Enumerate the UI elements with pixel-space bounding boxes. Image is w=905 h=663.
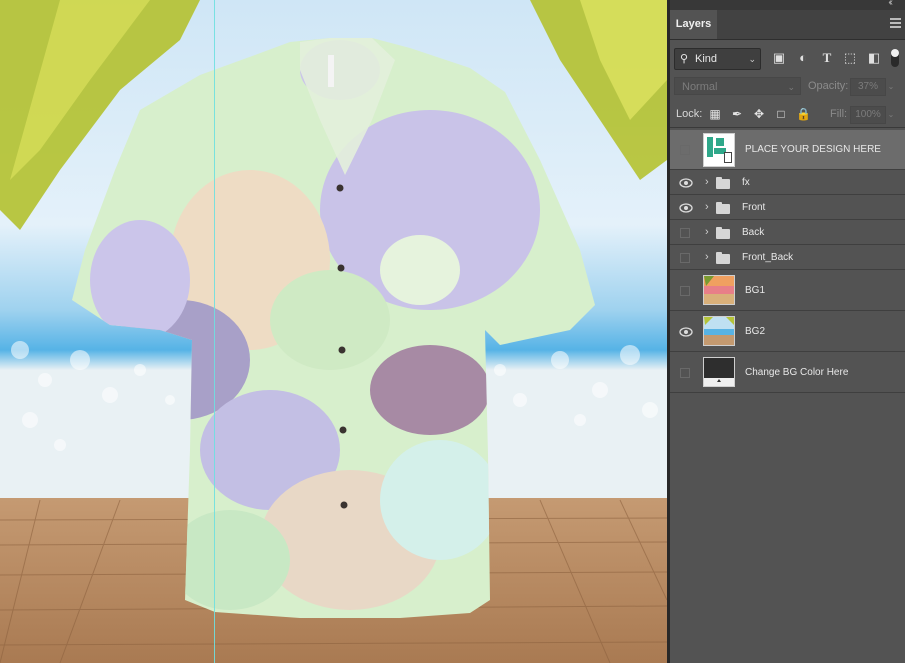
fill-label: Fill: xyxy=(830,108,848,120)
layer-row-front-back[interactable]: › Front_Back xyxy=(670,245,905,270)
lock-label: Lock: xyxy=(676,108,703,120)
chevron-right-icon[interactable]: › xyxy=(705,176,709,188)
lock-artboard-icon[interactable]: □ xyxy=(774,106,788,122)
blend-mode-value: Normal xyxy=(682,81,718,93)
mockup-artwork xyxy=(0,0,667,663)
tab-layers[interactable]: Layers xyxy=(670,10,717,39)
chevron-down-icon: ⌄ xyxy=(787,82,795,92)
kind-filter-select[interactable]: ⚲ Kind ⌄ xyxy=(674,48,761,70)
blend-row: Normal ⌄ Opacity: 37% ⌄ xyxy=(670,76,905,98)
folder-icon xyxy=(716,202,730,214)
layer-row-back[interactable]: › Back xyxy=(670,220,905,245)
chevron-right-icon[interactable]: › xyxy=(705,201,709,213)
fill-value: 100% xyxy=(855,109,881,120)
layer-row-change-bg[interactable]: Change BG Color Here xyxy=(670,352,905,393)
adjustment-filter-icon[interactable]: ◐ xyxy=(795,49,811,67)
visibility-toggle[interactable] xyxy=(680,228,690,238)
chevron-down-icon[interactable]: ⌄ xyxy=(885,107,897,123)
opacity-label: Opacity: xyxy=(808,80,849,92)
image-filter-icon[interactable]: ▣ xyxy=(771,49,787,67)
smart-object-thumbnail xyxy=(703,133,735,167)
layer-name: Change BG Color Here xyxy=(745,367,849,378)
filter-toggle[interactable] xyxy=(891,49,899,67)
visibility-toggle[interactable] xyxy=(680,145,690,155)
folder-icon xyxy=(716,177,730,189)
layer-row-place-design[interactable]: PLACE YOUR DESIGN HERE xyxy=(670,130,905,170)
kind-filter-label: Kind xyxy=(695,53,718,65)
opacity-input[interactable]: 37% ⌄ xyxy=(850,78,894,96)
layer-row-front[interactable]: › Front xyxy=(670,195,905,220)
layer-name: Back xyxy=(742,227,765,238)
chevron-right-icon[interactable]: › xyxy=(705,226,709,238)
layer-name: BG2 xyxy=(745,326,766,337)
chevron-down-icon[interactable]: ⌄ xyxy=(885,79,897,95)
lock-row: Lock: ▦ ✒ ✥ □ 🔒 Fill: 100% ⌄ xyxy=(670,104,905,126)
chevron-right-icon[interactable]: › xyxy=(705,251,709,263)
eye-icon[interactable] xyxy=(679,177,693,189)
lock-transparency-icon[interactable]: ▦ xyxy=(708,106,722,122)
lock-position-icon[interactable]: ✥ xyxy=(752,106,766,122)
lock-brush-icon[interactable]: ✒ xyxy=(730,106,744,122)
blend-mode-select[interactable]: Normal ⌄ xyxy=(674,77,801,95)
lock-all-icon[interactable]: 🔒 xyxy=(796,106,811,122)
folder-icon xyxy=(716,252,730,264)
visibility-toggle[interactable] xyxy=(680,286,690,296)
hamburger-menu-icon[interactable] xyxy=(890,18,901,30)
visibility-toggle[interactable] xyxy=(680,253,690,263)
shape-filter-icon[interactable]: ⬚ xyxy=(842,49,858,67)
visibility-toggle[interactable] xyxy=(680,368,690,378)
layer-name: Front xyxy=(742,202,766,213)
folder-icon xyxy=(716,227,730,239)
search-icon: ⚲ xyxy=(680,53,689,65)
panel-tab-bar: Layers xyxy=(670,10,905,40)
layer-name: Front_Back xyxy=(742,252,794,263)
eye-icon[interactable] xyxy=(679,202,693,214)
layer-filter-row: ⚲ Kind ⌄ ▣ ◐ T ⬚ ◧ xyxy=(670,46,905,72)
layer-row-bg2[interactable]: BG2 xyxy=(670,311,905,352)
fill-input[interactable]: 100% ⌄ xyxy=(850,106,894,124)
layer-name: PLACE YOUR DESIGN HERE xyxy=(745,144,881,155)
double-chevron-icon[interactable]: ‹‹ xyxy=(888,0,892,8)
image-thumbnail xyxy=(703,275,735,305)
layer-row-bg1[interactable]: BG1 xyxy=(670,270,905,311)
fill-thumbnail xyxy=(703,357,735,387)
eye-icon[interactable] xyxy=(679,326,693,338)
smart-object-filter-icon[interactable]: ◧ xyxy=(866,49,882,67)
layer-row-fx[interactable]: › fx xyxy=(670,170,905,195)
layer-name: fx xyxy=(742,177,750,188)
document-canvas[interactable] xyxy=(0,0,667,663)
image-thumbnail xyxy=(703,316,735,346)
opacity-value: 37% xyxy=(857,81,878,92)
layers-panel: ‹‹ Layers ⚲ Kind ⌄ ▣ ◐ T ⬚ ◧ Normal ⌄ Op… xyxy=(670,0,905,663)
divider xyxy=(670,127,905,128)
layer-name: BG1 xyxy=(745,285,766,296)
panel-top-strip: ‹‹ xyxy=(670,0,905,10)
guide-line[interactable] xyxy=(214,0,215,663)
type-filter-icon[interactable]: T xyxy=(819,49,835,67)
chevron-down-icon: ⌄ xyxy=(748,54,756,64)
